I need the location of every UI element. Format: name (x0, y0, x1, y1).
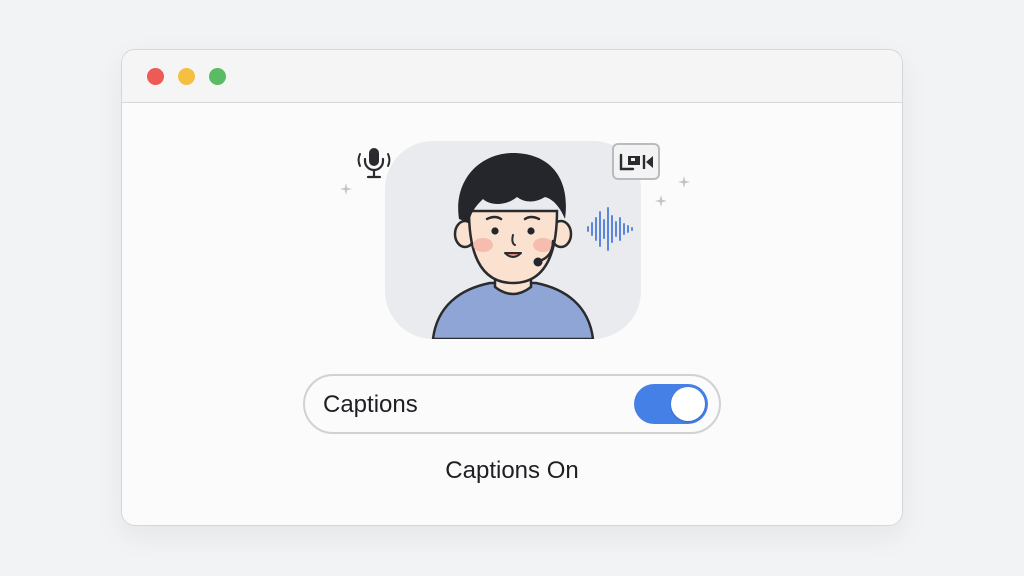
captions-status-text: Captions On (445, 457, 579, 484)
captions-toggle-switch[interactable] (634, 384, 708, 424)
toggle-knob[interactable] (671, 387, 705, 421)
captions-toggle-row[interactable]: Captions (303, 374, 721, 434)
close-button[interactable] (147, 68, 164, 85)
maximize-button[interactable] (209, 68, 226, 85)
title-bar (122, 50, 902, 103)
captions-label: Captions (323, 391, 418, 418)
sparkle-icon (678, 176, 690, 188)
audio-waveform-icon (587, 207, 633, 251)
minimize-button[interactable] (178, 68, 195, 85)
camera-icon[interactable] (612, 143, 660, 180)
sparkle-icon (655, 195, 667, 207)
sparkle-icon (340, 183, 352, 195)
app-window: Captions Captions On (121, 49, 903, 526)
